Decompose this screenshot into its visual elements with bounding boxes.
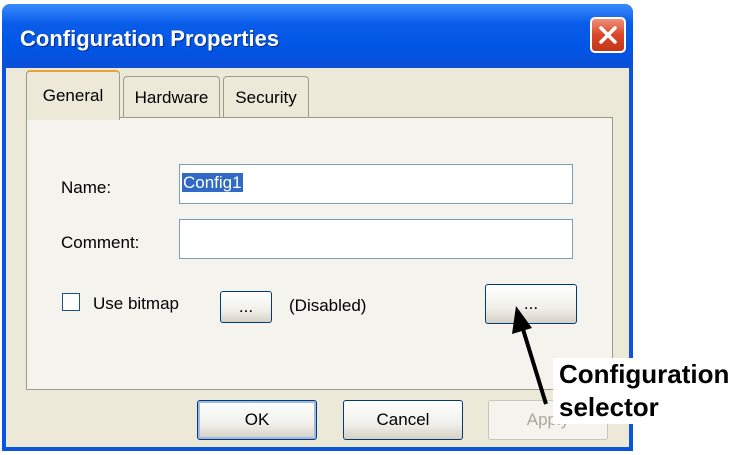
annotation-line-1: Configuration (559, 359, 730, 389)
comment-field[interactable] (179, 219, 573, 259)
ok-button[interactable]: OK (197, 400, 317, 440)
use-bitmap-checkbox[interactable] (62, 293, 80, 311)
bitmap-status-text: (Disabled) (289, 296, 367, 315)
tab-security[interactable]: Security (223, 76, 309, 118)
close-button[interactable] (590, 17, 626, 53)
name-field[interactable]: Config1 (179, 164, 573, 204)
tab-hardware[interactable]: Hardware (123, 76, 220, 118)
close-icon (599, 26, 617, 44)
title-bar[interactable]: Configuration Properties (2, 4, 633, 68)
name-label: Name: (61, 178, 112, 197)
cancel-button[interactable]: Cancel (343, 400, 463, 440)
window-title: Configuration Properties (20, 26, 280, 51)
bitmap-browse-button[interactable]: ... (220, 291, 272, 323)
annotation-arrow (512, 306, 548, 405)
configuration-selector-annotation: Configuration selector (553, 358, 736, 424)
use-bitmap-label: Use bitmap (93, 294, 179, 313)
annotation-line-2: selector (559, 392, 659, 422)
name-value: Config1 (182, 173, 243, 192)
comment-label: Comment: (61, 233, 140, 252)
tab-general[interactable]: General (26, 70, 120, 120)
